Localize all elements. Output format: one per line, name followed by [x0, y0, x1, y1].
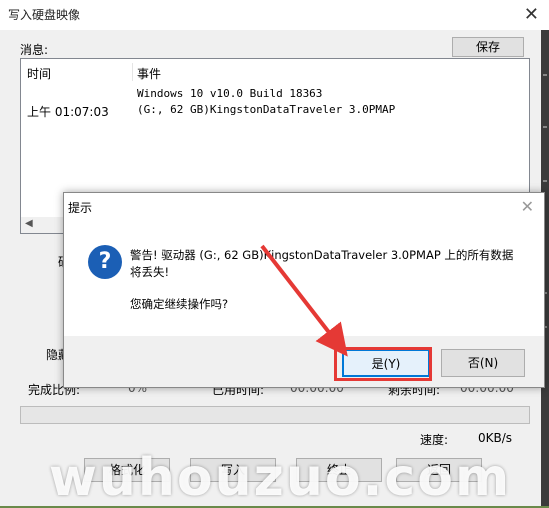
annotation-arrow [260, 244, 348, 357]
